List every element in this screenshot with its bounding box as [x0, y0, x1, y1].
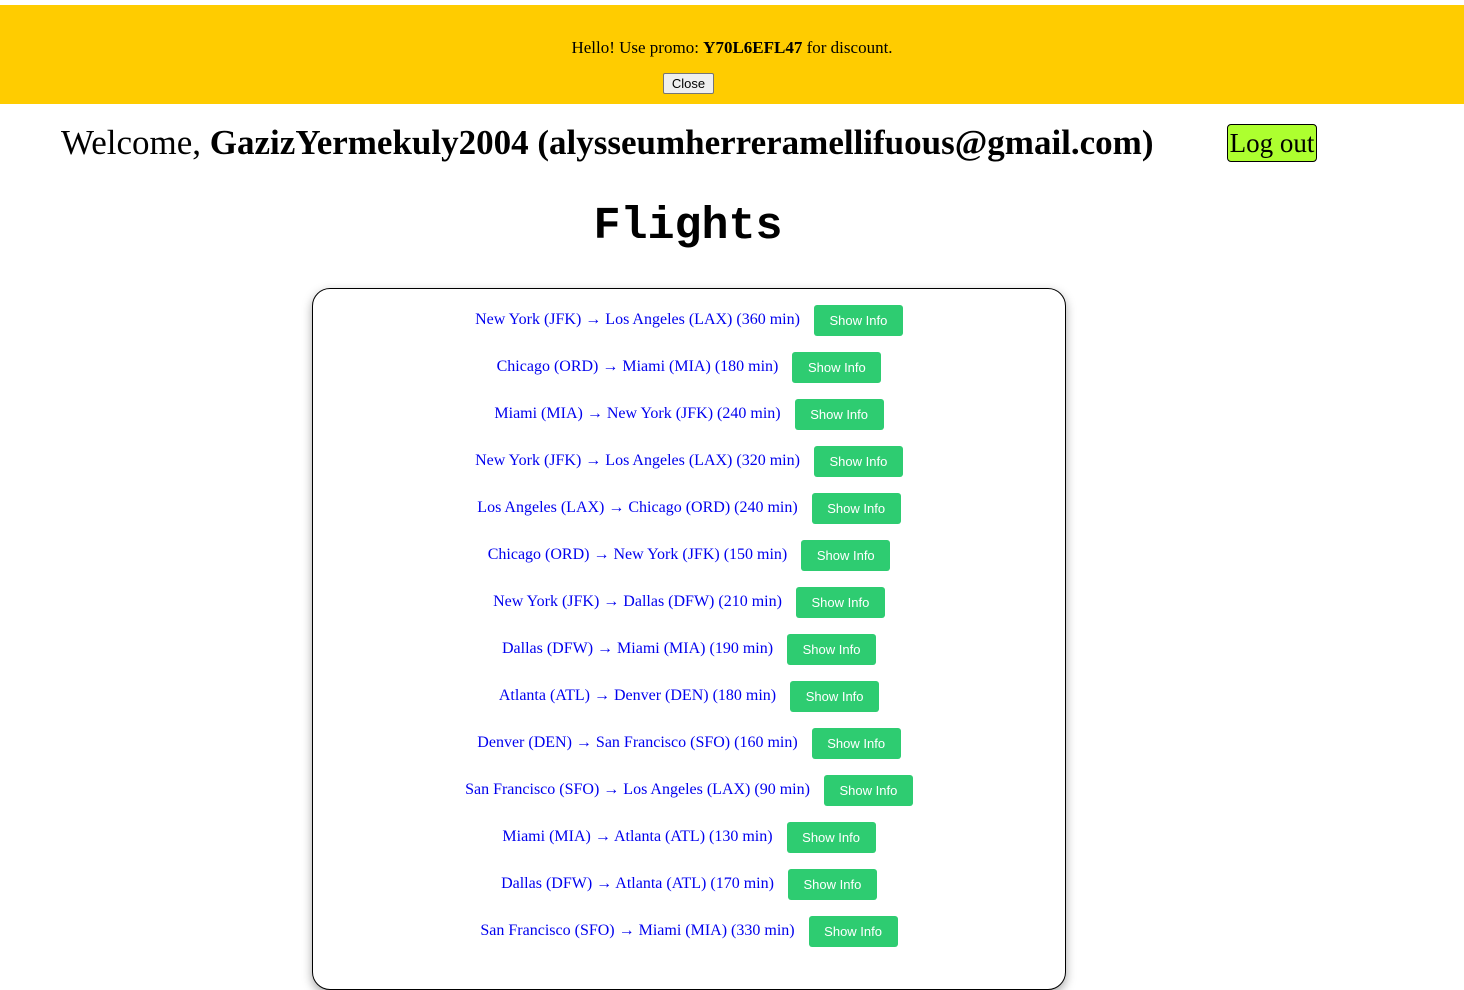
flight-row: New York (JFK) → Dallas (DFW) (210 min) S…	[313, 587, 1065, 634]
flight-link[interactable]: Miami (MIA) → New York (JFK) (240 min)	[494, 399, 780, 429]
flight-row: Chicago (ORD) → Miami (MIA) (180 min) Sho…	[313, 352, 1065, 399]
flight-link[interactable]: Chicago (ORD) → New York (JFK) (150 min)	[488, 540, 788, 570]
welcome-message: Welcome, GazizYermekuly2004 (alysseumher…	[61, 122, 1153, 164]
page-title: Flights	[593, 201, 783, 252]
show-info-button[interactable]: Show Info	[808, 916, 898, 947]
flight-row: Miami (MIA) → New York (JFK) (240 min) Sh…	[313, 399, 1065, 446]
logout-button[interactable]: Log out	[1227, 124, 1317, 162]
promo-suffix: for discount.	[802, 38, 893, 57]
flight-row: Miami (MIA) → Atlanta (ATL) (130 min) Sho…	[313, 822, 1065, 869]
flight-row: Dallas (DFW) → Atlanta (ATL) (170 min) Sh…	[313, 869, 1065, 916]
show-info-button[interactable]: Show Info	[790, 681, 880, 712]
show-info-button[interactable]: Show Info	[786, 822, 876, 853]
flight-row: Atlanta (ATL) → Denver (DEN) (180 min) Sh…	[313, 681, 1065, 728]
show-info-button[interactable]: Show Info	[792, 352, 882, 383]
flight-link[interactable]: New York (JFK) → Dallas (DFW) (210 min)	[493, 587, 782, 617]
flight-link[interactable]: Los Angeles (LAX) → Chicago (ORD) (240 m…	[477, 493, 797, 523]
flight-row: Chicago (ORD) → New York (JFK) (150 min)…	[313, 540, 1065, 587]
flight-link[interactable]: Miami (MIA) → Atlanta (ATL) (130 min)	[502, 822, 772, 852]
flight-list: New York (JFK) → Los Angeles (LAX) (360 …	[313, 305, 1065, 963]
flight-link[interactable]: Denver (DEN) → San Francisco (SFO) (160 …	[477, 728, 797, 758]
promo-message: Hello! Use promo: Y70L6EFL47 for discoun…	[0, 38, 1464, 58]
flight-link[interactable]: Chicago (ORD) → Miami (MIA) (180 min)	[497, 352, 779, 382]
show-info-button[interactable]: Show Info	[813, 446, 903, 477]
flight-row: Dallas (DFW) → Miami (MIA) (190 min) Show…	[313, 634, 1065, 681]
flight-row: New York (JFK) → Los Angeles (LAX) (320 …	[313, 446, 1065, 493]
close-promo-button[interactable]: Close	[663, 73, 714, 94]
flights-panel: New York (JFK) → Los Angeles (LAX) (360 …	[312, 288, 1066, 990]
show-info-button[interactable]: Show Info	[811, 728, 901, 759]
flight-link[interactable]: New York (JFK) → Los Angeles (LAX) (320 …	[475, 446, 800, 476]
flight-link[interactable]: San Francisco (SFO) → Miami (MIA) (330 m…	[480, 916, 794, 946]
promo-banner: Hello! Use promo: Y70L6EFL47 for discoun…	[0, 5, 1464, 104]
flight-row: New York (JFK) → Los Angeles (LAX) (360 …	[313, 305, 1065, 352]
promo-code: Y70L6EFL47	[703, 38, 803, 57]
show-info-button[interactable]: Show Info	[823, 775, 913, 806]
promo-prefix: Hello! Use promo:	[571, 38, 704, 57]
show-info-button[interactable]: Show Info	[794, 399, 884, 430]
flight-row: San Francisco (SFO) → Los Angeles (LAX) …	[313, 775, 1065, 822]
flight-row: Los Angeles (LAX) → Chicago (ORD) (240 m…	[313, 493, 1065, 540]
flight-link[interactable]: Atlanta (ATL) → Denver (DEN) (180 min)	[499, 681, 776, 711]
flight-link[interactable]: New York (JFK) → Los Angeles (LAX) (360 …	[475, 305, 800, 335]
show-info-button[interactable]: Show Info	[813, 305, 903, 336]
flight-link[interactable]: San Francisco (SFO) → Los Angeles (LAX) …	[465, 775, 810, 805]
show-info-button[interactable]: Show Info	[811, 493, 901, 524]
user-display: GazizYermekuly2004 (alysseumherreramelli…	[209, 123, 1154, 162]
flight-row: San Francisco (SFO) → Miami (MIA) (330 m…	[313, 916, 1065, 963]
welcome-prefix: Welcome,	[61, 123, 210, 162]
show-info-button[interactable]: Show Info	[787, 634, 877, 665]
show-info-button[interactable]: Show Info	[801, 540, 891, 571]
show-info-button[interactable]: Show Info	[787, 869, 877, 900]
flight-row: Denver (DEN) → San Francisco (SFO) (160 …	[313, 728, 1065, 775]
flight-link[interactable]: Dallas (DFW) → Miami (MIA) (190 min)	[502, 634, 773, 664]
flight-link[interactable]: Dallas (DFW) → Atlanta (ATL) (170 min)	[501, 869, 774, 899]
show-info-button[interactable]: Show Info	[795, 587, 885, 618]
